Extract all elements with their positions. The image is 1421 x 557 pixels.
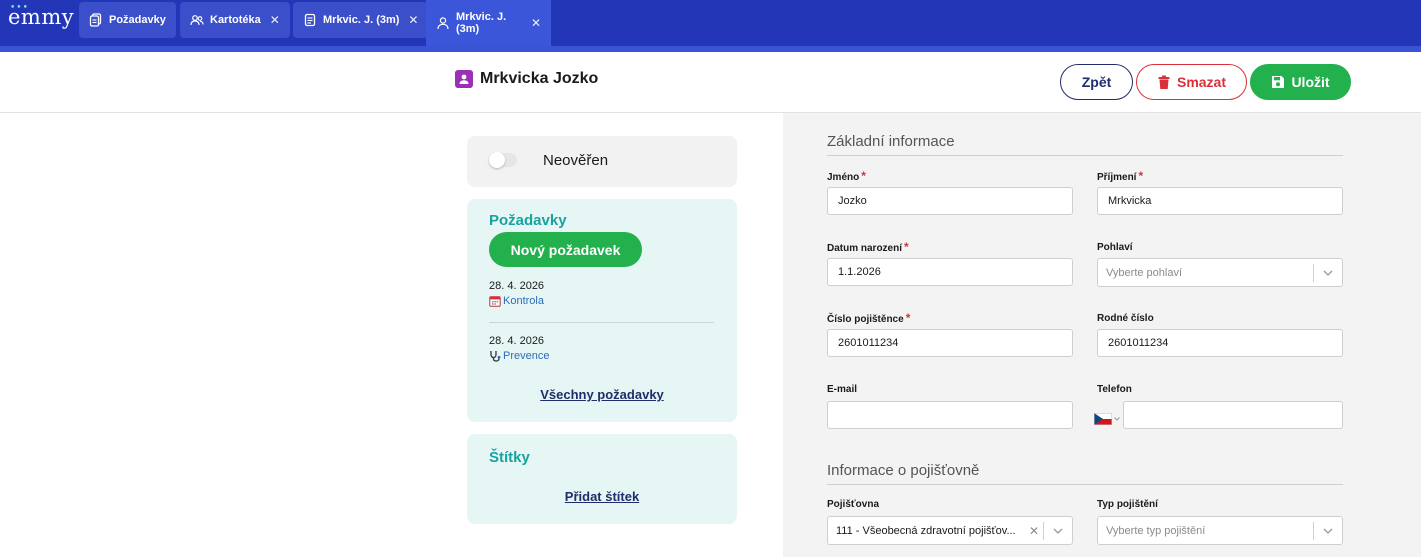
gender-label: Pohlaví (1097, 242, 1133, 253)
request-type: Prevence (503, 350, 550, 362)
email-label: E-mail (827, 384, 858, 395)
request-type: Kontrola (503, 295, 544, 307)
save-button[interactable]: Uložit (1250, 64, 1351, 100)
page-header: Mrkvicka Jozko Zpět Smazat Uložit (0, 52, 1421, 113)
floppy-disk-icon (1271, 75, 1291, 89)
gender-select[interactable]: Vyberte pohlaví (1097, 258, 1343, 287)
insurance-number-label: Číslo pojištěnce * (827, 311, 910, 325)
email-field[interactable] (827, 401, 1073, 429)
clear-icon[interactable]: ✕ (1025, 524, 1043, 538)
request-link-kontrola[interactable]: Kontrola (489, 295, 544, 307)
tab-patient-active[interactable]: Mrkvic. J. (3m) ✕ (426, 0, 551, 46)
first-name-label-text: Jméno (827, 172, 860, 183)
first-name-value: Jozko (838, 195, 867, 207)
first-name-label: Jméno * (827, 169, 866, 183)
stethoscope-icon (489, 350, 501, 362)
gender-placeholder: Vyberte pohlaví (1106, 266, 1183, 279)
delete-button-label: Smazat (1176, 74, 1227, 90)
app-logo[interactable]: ••• emmy (8, 3, 74, 29)
verification-toggle[interactable] (489, 152, 517, 168)
birth-number-value: 2601011234 (1108, 337, 1169, 349)
verification-status-card: Neověřen (467, 136, 737, 187)
basic-info-section-title: Základní informace (827, 133, 1343, 156)
save-button-label: Uložit (1291, 74, 1330, 90)
toggle-knob (489, 152, 505, 168)
users-icon (190, 13, 204, 27)
phone-field[interactable] (1123, 401, 1343, 429)
tab-patient-document[interactable]: Mrkvic. J. (3m) ✕ (293, 2, 429, 38)
birth-date-label: Datum narození * (827, 240, 909, 254)
tags-heading: Štítky (489, 449, 530, 466)
birth-number-label: Rodné číslo (1097, 313, 1154, 324)
page-title: Mrkvicka Jozko (455, 70, 598, 88)
delete-button[interactable]: Smazat (1136, 64, 1247, 100)
request-link-prevence[interactable]: Prevence (489, 350, 549, 362)
tab-label: Kartotéka (210, 14, 261, 26)
insurance-type-label: Typ pojištění (1097, 499, 1158, 510)
insurance-type-placeholder: Vyberte typ pojištění (1106, 524, 1206, 537)
contact-card-icon (455, 70, 473, 88)
add-tag-link[interactable]: Přidat štítek (467, 489, 737, 504)
chevron-down-icon (1314, 528, 1342, 534)
insurer-value: 111 - Všeobecná zdravotní pojišťov... (836, 524, 1016, 537)
close-icon[interactable]: ✕ (408, 13, 418, 27)
all-requests-link[interactable]: Všechny požadavky (467, 387, 737, 402)
tab-pozadavky[interactable]: Požadavky (79, 2, 176, 38)
logo-dots: ••• (10, 3, 29, 13)
insurance-number-value: 2601011234 (838, 337, 899, 349)
tab-label: Požadavky (109, 14, 166, 26)
calendar-icon (489, 295, 501, 307)
new-request-button[interactable]: Nový požadavek (489, 232, 642, 267)
chevron-down-icon (1114, 417, 1120, 421)
required-marker: * (861, 169, 866, 183)
birth-number-field[interactable]: 2601011234 (1097, 329, 1343, 357)
last-name-label: Příjmení * (1097, 169, 1143, 183)
phone-country-select[interactable] (1094, 410, 1124, 428)
last-name-value: Mrkvicka (1108, 195, 1152, 207)
requests-heading: Požadavky (489, 212, 567, 229)
patient-name: Mrkvicka Jozko (480, 70, 599, 87)
insurance-number-label-text: Číslo pojištěnce (827, 314, 904, 325)
verification-status-label: Neověřen (543, 152, 609, 169)
tags-card: Štítky Přidat štítek (467, 434, 737, 524)
document-copy-icon (89, 13, 103, 27)
close-icon[interactable]: ✕ (270, 13, 280, 27)
close-icon[interactable]: ✕ (531, 16, 541, 30)
patient-form: Základní informace Jméno * Jozko Příjmení… (783, 113, 1421, 557)
last-name-label-text: Příjmení (1097, 172, 1137, 183)
insurer-label: Pojišťovna (827, 499, 880, 510)
insurer-select[interactable]: 111 - Všeobecná zdravotní pojišťov... ✕ (827, 516, 1073, 545)
user-icon (436, 16, 450, 30)
requests-card: Požadavky Nový požadavek 28. 4. 2026 Kon… (467, 199, 737, 422)
request-divider (489, 322, 714, 323)
chevron-down-icon (1044, 528, 1072, 534)
first-name-field[interactable]: Jozko (827, 187, 1073, 215)
birth-date-value: 1.1.2026 (838, 266, 881, 278)
request-date: 28. 4. 2026 (489, 335, 545, 347)
czech-flag-icon (1094, 413, 1112, 425)
required-marker: * (904, 240, 909, 254)
insurance-type-select[interactable]: Vyberte typ pojištění (1097, 516, 1343, 545)
tab-kartoteka[interactable]: Kartotéka ✕ (180, 2, 290, 38)
insurance-section-title: Informace o pojišťovně (827, 462, 1343, 485)
required-marker: * (905, 311, 911, 325)
document-icon (303, 13, 317, 27)
back-button[interactable]: Zpět (1060, 64, 1133, 100)
request-date: 28. 4. 2026 (489, 280, 545, 292)
last-name-field[interactable]: Mrkvicka (1097, 187, 1343, 215)
insurance-number-field[interactable]: 2601011234 (827, 329, 1073, 357)
birth-date-label-text: Datum narození (827, 243, 903, 254)
top-tab-bar: ••• emmy Požadavky Kartotéka ✕ Mrkvic. J… (0, 0, 1421, 52)
new-request-label: Nový požadavek (510, 241, 621, 258)
tab-label: Mrkvic. J. (3m) (323, 14, 400, 26)
tab-label: Mrkvic. J. (3m) (456, 11, 507, 35)
trash-icon (1157, 75, 1177, 90)
phone-label: Telefon (1097, 384, 1132, 395)
birth-date-field[interactable]: 1.1.2026 (827, 258, 1073, 286)
back-button-label: Zpět (1081, 74, 1112, 90)
chevron-down-icon (1314, 270, 1342, 276)
required-marker: * (1138, 169, 1144, 183)
